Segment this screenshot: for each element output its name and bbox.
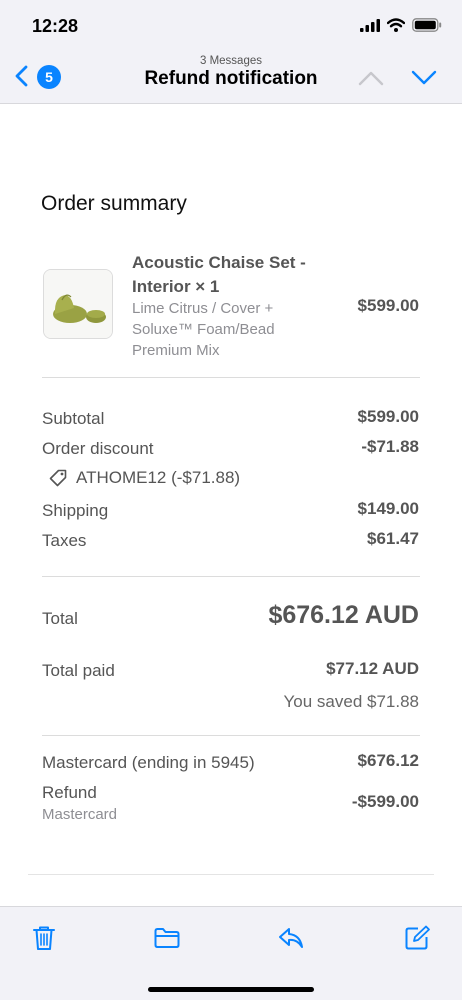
reply-icon[interactable] [277, 924, 305, 952]
divider [42, 576, 420, 577]
total-label: Total [42, 609, 78, 628]
folder-icon[interactable] [153, 924, 181, 952]
discount-label: Order discount [42, 439, 154, 458]
product-image [43, 269, 113, 339]
message-count: 3 Messages [199, 55, 262, 67]
compose-icon[interactable] [403, 924, 431, 952]
cellular-signal-icon [360, 18, 380, 32]
wifi-icon [387, 18, 405, 32]
nav-bar: 5 3 Messages Refund notification [0, 48, 462, 104]
card-label: Mastercard (ending in 5945) [42, 753, 255, 772]
discount-value: -$71.88 [361, 437, 419, 456]
discount-code-text: ATHOME12 (-$71.88) [76, 468, 241, 487]
order-summary-heading: Order summary [41, 192, 187, 215]
divider [42, 377, 420, 378]
product-name: Acoustic Chaise Set - Interior × 1 [132, 253, 306, 296]
subtotal-label: Subtotal [42, 409, 105, 428]
taxes-label: Taxes [42, 531, 87, 550]
home-indicator [148, 987, 314, 992]
status-bar: 12:28 [0, 0, 462, 48]
tag-icon [49, 469, 67, 487]
total-paid-value: $77.12 AUD [326, 659, 419, 678]
email-body: Order summary Acoustic Chaise Set - Inte… [0, 104, 462, 906]
trash-icon[interactable] [30, 924, 58, 952]
previous-message-icon[interactable] [358, 70, 384, 86]
product-variant: Lime Citrus / Cover + Soluxe™ Foam/Bead … [132, 300, 275, 359]
refund-value: -$599.00 [351, 792, 419, 811]
page-title: Refund notification [144, 68, 318, 89]
chaise-set-illustration [44, 270, 112, 338]
status-time: 12:28 [32, 16, 79, 36]
taxes-value: $61.47 [367, 529, 419, 548]
divider [42, 735, 420, 736]
total-paid-label: Total paid [42, 661, 115, 680]
subtotal-value: $599.00 [357, 407, 419, 426]
status-icons [360, 18, 442, 32]
refund-label: Refund [42, 783, 97, 802]
refund-method: Mastercard [42, 806, 118, 823]
discount-code: ATHOME12 (-$71.88) [48, 468, 240, 488]
next-message-icon[interactable] [411, 70, 437, 86]
total-value: $676.12 AUD [268, 601, 419, 629]
battery-icon [412, 18, 442, 32]
bottom-toolbar [0, 906, 462, 1000]
savings-text: You saved $71.88 [283, 692, 420, 711]
card-value: $676.12 [357, 751, 419, 770]
divider [28, 874, 434, 875]
product-price: $599.00 [357, 296, 419, 315]
shipping-value: $149.00 [357, 499, 419, 518]
shipping-label: Shipping [42, 501, 109, 520]
